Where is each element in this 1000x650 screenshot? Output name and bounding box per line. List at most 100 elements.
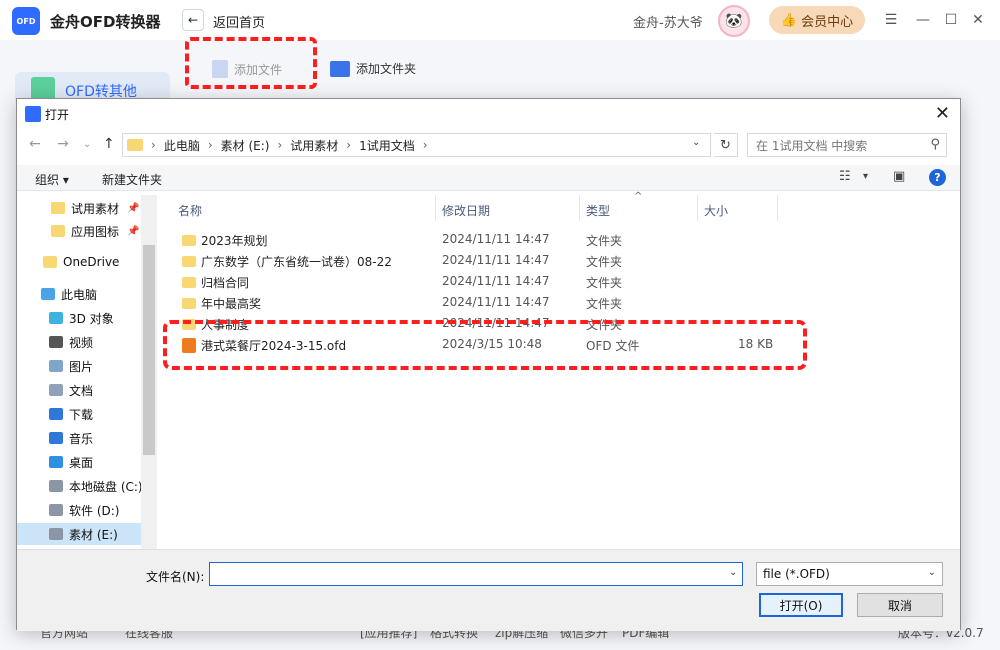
tree-item-selected[interactable]: 素材 (E:) <box>17 523 157 545</box>
add-folder-button[interactable]: 添加文件夹 <box>330 60 416 77</box>
tree-item[interactable]: 下载 <box>17 403 157 425</box>
tree-item[interactable]: 应用图标 📌 <box>17 220 157 242</box>
tree-item[interactable]: 桌面 <box>17 451 157 473</box>
tree-item[interactable]: 试用素材 📌 <box>17 197 157 219</box>
folder-icon <box>51 225 65 237</box>
preview-pane-icon[interactable]: ▣ <box>893 169 905 184</box>
drive-icon <box>49 504 63 516</box>
avatar[interactable]: 🐼 <box>718 5 750 37</box>
filename-input[interactable] <box>209 562 743 586</box>
computer-icon <box>41 288 55 300</box>
table-row[interactable]: 2023年规划 2024/11/11 14:47 文件夹 <box>176 229 796 250</box>
forward-nav-icon[interactable]: → <box>57 136 69 152</box>
dialog-footer: 文件名(N): ⌄ file (*.OFD) ⌄ 打开(O) 取消 <box>17 549 960 631</box>
music-icon <box>49 432 63 444</box>
folder-icon <box>51 202 65 214</box>
breadcrumb-item[interactable]: 1试用文档 <box>359 137 415 154</box>
picture-icon <box>49 360 63 372</box>
filetype-select[interactable]: file (*.OFD) ⌄ <box>756 562 943 586</box>
pin-icon: 📌 <box>127 225 140 237</box>
organize-button[interactable]: 组织 ▾ <box>35 171 69 188</box>
filename-dropdown-icon[interactable]: ⌄ <box>729 567 737 578</box>
tree-item[interactable]: 本地磁盘 (C:) <box>17 475 157 497</box>
table-row[interactable]: 广东数学（广东省统一试卷）08-22 2024/11/11 14:47 文件夹 <box>176 250 796 271</box>
file-date: 2024/11/11 14:47 <box>442 253 550 267</box>
vip-center-button[interactable]: 👍 会员中心 <box>769 6 865 34</box>
column-header-size[interactable]: 大小 <box>698 195 778 221</box>
tree-item[interactable]: 音乐 <box>17 427 157 449</box>
file-date: 2024/11/11 14:47 <box>442 274 550 288</box>
app-logo-icon: OFD <box>12 7 40 35</box>
refresh-icon[interactable]: ↻ <box>714 133 738 157</box>
app-title: 金舟OFD转换器 <box>50 13 161 31</box>
folder-icon <box>43 256 57 268</box>
file-name: 2023年规划 <box>201 234 268 248</box>
tree-item-label: 3D 对象 <box>69 311 114 326</box>
filename-label: 文件名(N): <box>146 570 205 584</box>
cube-icon <box>49 312 63 324</box>
help-icon[interactable]: ? <box>929 169 946 186</box>
open-button[interactable]: 打开(O) <box>759 593 843 617</box>
dialog-titlebar: 打开 ✕ <box>17 99 960 129</box>
close-app-icon[interactable]: ✕ <box>967 9 989 31</box>
file-name: 年中最高奖 <box>201 297 262 311</box>
file-type: 文件夹 <box>586 255 623 269</box>
breadcrumb-item[interactable]: 此电脑 <box>164 137 200 154</box>
maximize-icon[interactable]: ☐ <box>940 9 962 31</box>
tree-scrollbar[interactable] <box>141 195 157 549</box>
column-header-name[interactable]: 名称 <box>172 195 436 221</box>
dialog-app-icon <box>25 106 41 122</box>
navigation-tree: 试用素材 📌 应用图标 📌 OneDrive 此电脑 3D 对象 视频 图片 文… <box>17 195 157 549</box>
tree-item-label: 本地磁盘 (C:) <box>69 479 143 494</box>
menu-icon[interactable]: ☰ <box>880 9 902 31</box>
cancel-button[interactable]: 取消 <box>857 593 943 617</box>
highlight-add-file <box>185 37 317 89</box>
back-nav-icon[interactable]: ← <box>29 136 41 152</box>
new-folder-button[interactable]: 新建文件夹 <box>102 171 162 188</box>
address-bar[interactable]: › 此电脑 › 素材 (E:) › 试用素材 › 1试用文档 › <box>122 133 711 157</box>
chevron-right-icon: › <box>207 138 213 152</box>
navigation-bar: ← → ⌄ ↑ › 此电脑 › 素材 (E:) › 试用素材 › 1试用文档 ›… <box>17 131 960 159</box>
minimize-icon[interactable]: — <box>912 9 934 31</box>
table-row[interactable]: 年中最高奖 2024/11/11 14:47 文件夹 <box>176 292 796 313</box>
up-folder-icon[interactable]: ↑ <box>103 136 115 152</box>
table-row[interactable]: 归档合同 2024/11/11 14:47 文件夹 <box>176 271 796 292</box>
tree-item[interactable]: 文档 <box>17 379 157 401</box>
back-arrow-icon[interactable]: ← <box>182 9 204 31</box>
folder-icon <box>182 277 196 288</box>
search-icon: ⚲ <box>930 137 940 152</box>
file-type: 文件夹 <box>586 234 623 248</box>
dialog-title: 打开 <box>45 108 70 122</box>
tree-item[interactable]: 图片 <box>17 355 157 377</box>
file-type: 文件夹 <box>586 297 623 311</box>
address-dropdown-icon[interactable]: ⌄ <box>692 137 700 148</box>
search-input[interactable]: 在 1试用文档 中搜索 ⚲ <box>747 133 947 157</box>
view-options-icon[interactable]: ☷ <box>839 169 851 184</box>
column-header-date[interactable]: 修改日期 <box>436 195 580 221</box>
scrollbar-thumb[interactable] <box>143 245 155 455</box>
tree-item[interactable]: 3D 对象 <box>17 307 157 329</box>
tree-item[interactable]: OneDrive <box>17 251 157 273</box>
recent-locations-icon[interactable]: ⌄ <box>83 139 91 150</box>
file-name: 归档合同 <box>201 276 250 290</box>
file-list: 名称 修改日期 类型 大小 ^ 2023年规划 2024/11/11 14:47… <box>162 191 960 549</box>
add-folder-icon <box>330 60 350 77</box>
tree-item[interactable]: 此电脑 <box>17 283 157 305</box>
tree-item-label: OneDrive <box>63 255 120 269</box>
back-home-link[interactable]: 返回首页 <box>213 12 265 31</box>
folder-icon <box>127 139 143 151</box>
breadcrumb-item[interactable]: 试用素材 <box>290 137 338 154</box>
drive-icon <box>49 480 63 492</box>
breadcrumb-item[interactable]: 素材 (E:) <box>221 137 270 154</box>
tree-item-label: 视频 <box>69 335 94 350</box>
drive-icon <box>49 528 63 540</box>
chevron-down-icon[interactable]: ▾ <box>863 171 868 182</box>
search-placeholder: 在 1试用文档 中搜索 <box>756 138 868 153</box>
tree-item-label: 图片 <box>69 359 94 374</box>
tree-item[interactable]: 软件 (D:) <box>17 499 157 521</box>
tree-item[interactable]: 视频 <box>17 331 157 353</box>
close-icon[interactable]: ✕ <box>935 103 950 124</box>
chevron-right-icon: › <box>422 138 428 152</box>
file-type: 文件夹 <box>586 276 623 290</box>
pin-icon: 📌 <box>127 202 140 214</box>
